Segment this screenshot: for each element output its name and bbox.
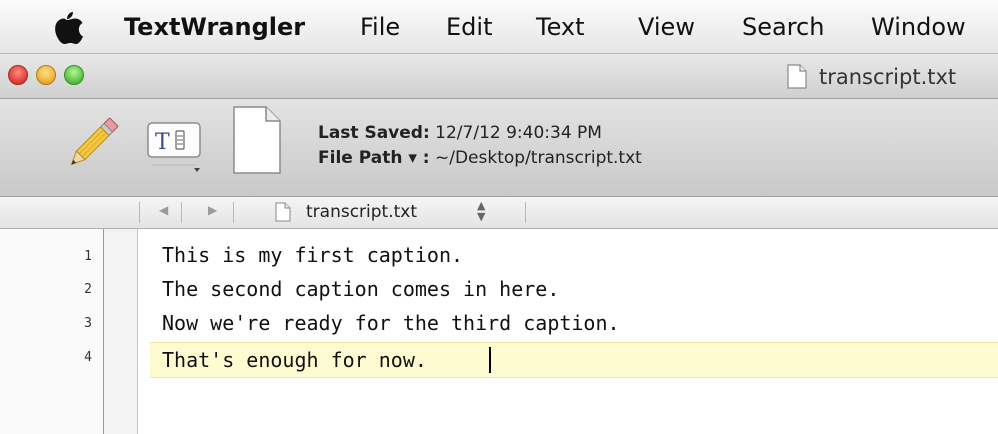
- menu-edit[interactable]: Edit: [446, 13, 492, 41]
- line-number: 1: [84, 249, 92, 264]
- file-path-value: ~/Desktop/transcript.txt: [435, 148, 642, 168]
- file-path-popup[interactable]: File Path ▾ :: [318, 148, 430, 168]
- apple-menu-icon[interactable]: [48, 9, 86, 45]
- pencil-icon[interactable]: [62, 111, 122, 177]
- menu-search[interactable]: Search: [742, 13, 824, 41]
- last-saved-value: 12/7/12 9:40:34 PM: [435, 123, 602, 143]
- minimize-button[interactable]: [36, 65, 56, 85]
- menu-bar: TextWrangler File Edit Text View Search …: [0, 0, 998, 54]
- line-number: 3: [84, 316, 92, 331]
- nav-divider: [233, 202, 234, 223]
- document-proxy-icon[interactable]: [787, 64, 807, 89]
- nav-divider: [139, 202, 140, 223]
- document-popup[interactable]: transcript.txt: [306, 202, 417, 223]
- text-editor[interactable]: 1 2 3 4 This is my first caption. The se…: [0, 229, 998, 434]
- nav-divider: [525, 202, 526, 223]
- navigation-bar: ◀ ▶ transcript.txt ▲ ▼: [0, 197, 998, 229]
- svg-text:T: T: [155, 130, 170, 155]
- text-line[interactable]: That's enough for now.: [162, 348, 427, 372]
- window-title-bar[interactable]: transcript.txt: [0, 54, 998, 99]
- fold-gutter[interactable]: [104, 229, 138, 434]
- file-path-row: File Path ▾ : ~/Desktop/transcript.txt: [318, 146, 642, 171]
- menu-view[interactable]: View: [638, 13, 695, 41]
- menu-text[interactable]: Text: [536, 13, 585, 41]
- close-button[interactable]: [8, 65, 28, 85]
- back-arrow-icon[interactable]: ◀: [159, 203, 168, 217]
- forward-arrow-icon[interactable]: ▶: [208, 203, 217, 217]
- chevron-up-down-icon[interactable]: ▲ ▼: [477, 200, 485, 222]
- last-saved-row: Last Saved: 12/7/12 9:40:34 PM: [318, 121, 642, 146]
- zoom-button[interactable]: [64, 65, 84, 85]
- menu-window[interactable]: Window: [871, 13, 966, 41]
- menu-app-name[interactable]: TextWrangler: [124, 13, 305, 41]
- text-cursor: [489, 347, 491, 373]
- line-number: 4: [84, 350, 92, 365]
- window-title: transcript.txt: [819, 65, 957, 89]
- text-line[interactable]: The second caption comes in here.: [162, 277, 559, 301]
- menu-file[interactable]: File: [360, 13, 400, 41]
- text-line[interactable]: Now we're ready for the third caption.: [162, 311, 620, 335]
- line-number: 2: [84, 282, 92, 297]
- document-icon: [233, 106, 281, 174]
- text-options-icon[interactable]: T: [146, 119, 204, 173]
- text-line[interactable]: This is my first caption.: [162, 243, 463, 267]
- document-toolbar: T Last Saved: 12/7/12 9:40:34 PM File Pa…: [0, 99, 998, 197]
- line-number-gutter: 1 2 3 4: [0, 229, 104, 434]
- file-icon: [275, 202, 291, 222]
- document-info: Last Saved: 12/7/12 9:40:34 PM File Path…: [318, 121, 642, 171]
- nav-divider: [181, 202, 182, 223]
- last-saved-label: Last Saved:: [318, 123, 430, 143]
